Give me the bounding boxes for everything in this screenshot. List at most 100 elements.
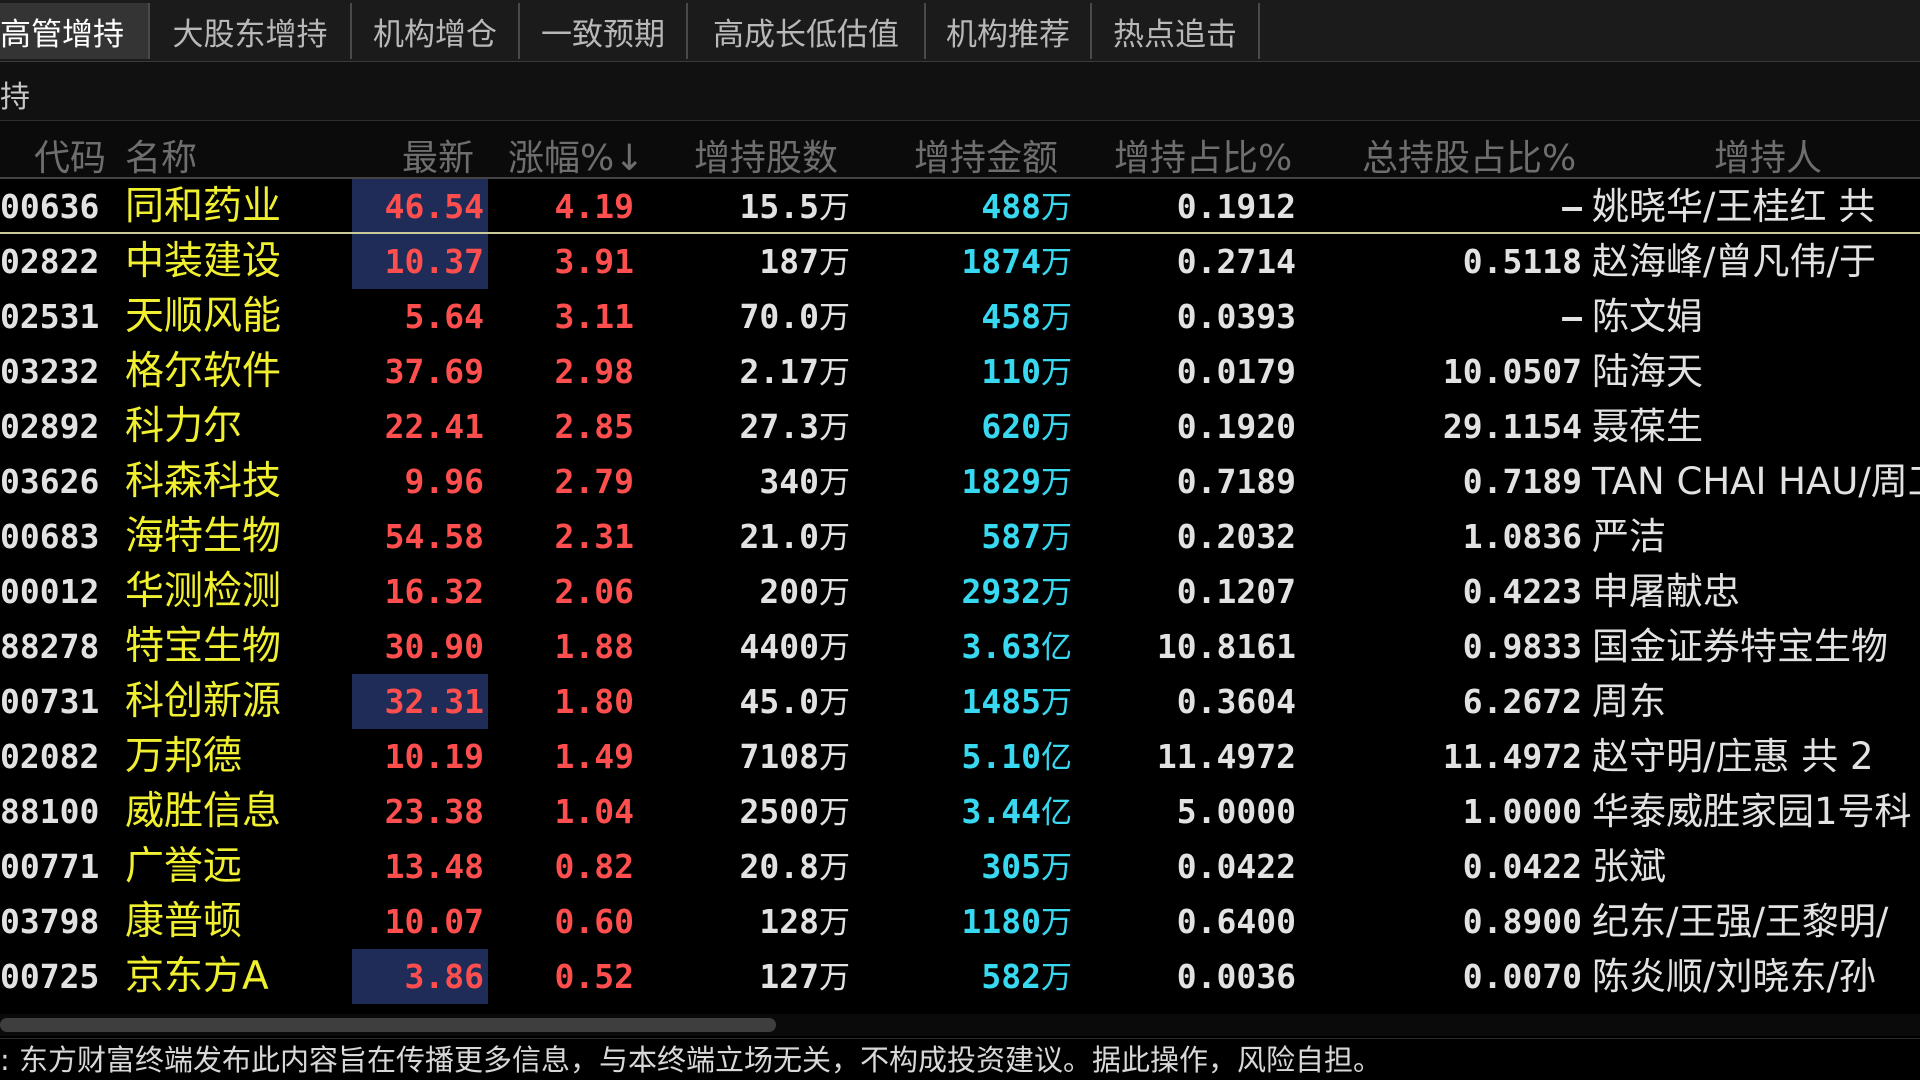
- shares-unit: 万: [819, 465, 850, 501]
- change-percent: 4.19: [554, 187, 634, 226]
- tab-institution-recommend[interactable]: 机构推荐: [926, 3, 1092, 59]
- tab-consensus-forecast[interactable]: 一致预期: [520, 3, 688, 59]
- table-row[interactable]: 02892 科力尔 22.41 2.85 27.3万 620万 0.1920 29.1154 聂…: [0, 399, 1920, 454]
- total-holding-ratio: 6.2672: [1462, 682, 1582, 721]
- change-percent: 2.31: [554, 517, 634, 556]
- stock-code: 02531: [0, 297, 100, 336]
- column-header-person[interactable]: 增持人: [1714, 129, 1822, 181]
- total-holding-ratio: —: [1562, 297, 1582, 336]
- tab-hot-topics[interactable]: 热点追击: [1092, 3, 1260, 59]
- increase-ratio: 11.4972: [1156, 737, 1296, 776]
- tab-institution-increase[interactable]: 机构增仓: [352, 3, 520, 59]
- increase-amount: 1485万: [890, 674, 1072, 729]
- shares-unit: 万: [819, 905, 850, 941]
- amount-value: 2932: [961, 572, 1041, 611]
- stock-name: 威胜信息: [125, 789, 282, 834]
- increase-person: 华泰威胜家园1号科: [1592, 790, 1912, 833]
- amount-unit: 万: [1041, 520, 1072, 556]
- table-row[interactable]: 00683 海特生物 54.58 2.31 21.0万 587万 0.2032 1.0836 严…: [0, 509, 1920, 564]
- increase-shares: 200万: [690, 564, 850, 619]
- increase-amount: 1180万: [890, 894, 1072, 949]
- shares-unit: 万: [819, 685, 850, 721]
- shares-unit: 万: [819, 245, 850, 281]
- increase-ratio: 0.1920: [1176, 407, 1296, 446]
- increase-person: 纪东/王强/王黎明/: [1592, 900, 1889, 943]
- latest-price: 16.32: [384, 572, 484, 611]
- table-row[interactable]: 02082 万邦德 10.19 1.49 7108万 5.10亿 11.4972 11.497…: [0, 729, 1920, 784]
- tab-high-growth-low-valuation[interactable]: 高成长低估值: [688, 3, 926, 59]
- table-row[interactable]: 03798 康普顿 10.07 0.60 128万 1180万 0.6400 0.8900 纪东…: [0, 894, 1920, 949]
- table-row[interactable]: 03626 科森科技 9.96 2.79 340万 1829万 0.7189 0.7189 TA…: [0, 454, 1920, 509]
- column-header-price[interactable]: 最新: [402, 129, 474, 181]
- latest-price: 10.19: [384, 737, 484, 776]
- amount-value: 458: [981, 297, 1041, 336]
- increase-ratio: 0.0036: [1176, 957, 1296, 996]
- increase-ratio: 0.0179: [1176, 352, 1296, 391]
- stock-name: 科创新源: [125, 679, 282, 724]
- latest-price: 9.96: [404, 462, 484, 501]
- horizontal-scrollbar[interactable]: [0, 1014, 1920, 1036]
- amount-value: 3.44: [961, 792, 1041, 831]
- column-header-code[interactable]: 代码: [34, 129, 106, 181]
- table-row[interactable]: 02822 中装建设 10.37 3.91 187万 1874万 0.2714 0.5118 赵…: [0, 234, 1920, 289]
- shares-value: 127: [759, 957, 819, 996]
- stock-table: 代码 名称 最新 涨幅%↓ 增持股数 增持金额 增持占比% 总持股占比% 增持人…: [0, 121, 1920, 1004]
- latest-price: 32.31: [352, 674, 488, 729]
- stock-name: 中装建设: [125, 239, 282, 284]
- table-row[interactable]: 00012 华测检测 16.32 2.06 200万 2932万 0.1207 0.4223 申…: [0, 564, 1920, 619]
- shares-unit: 万: [819, 520, 850, 556]
- amount-unit: 万: [1041, 355, 1072, 391]
- amount-unit: 万: [1041, 685, 1072, 721]
- tab-major-shareholder-increase[interactable]: 大股东增持: [150, 3, 352, 59]
- amount-unit: 亿: [1041, 795, 1072, 831]
- tab-executive-increase[interactable]: 高管增持: [0, 3, 150, 59]
- increase-person: 陈文娟: [1592, 295, 1703, 338]
- stock-name: 特宝生物: [125, 624, 282, 669]
- increase-shares: 2500万: [690, 784, 850, 839]
- change-percent: 1.49: [554, 737, 634, 776]
- table-row[interactable]: 88100 威胜信息 23.38 1.04 2500万 3.44亿 5.0000 1.0000…: [0, 784, 1920, 839]
- increase-ratio: 0.1207: [1176, 572, 1296, 611]
- table-row[interactable]: 88278 特宝生物 30.90 1.88 4400万 3.63亿 10.8161 0.983…: [0, 619, 1920, 674]
- table-body: 00636 同和药业 46.54 4.19 15.5万 488万 0.1912— 姚晓华/王桂…: [0, 179, 1920, 1004]
- total-holding-ratio: 0.4223: [1462, 572, 1582, 611]
- shares-value: 4400: [739, 627, 819, 666]
- amount-unit: 亿: [1041, 740, 1072, 776]
- amount-unit: 万: [1041, 960, 1072, 996]
- increase-person: 申屠献忠: [1592, 570, 1740, 613]
- stock-name: 天顺风能: [125, 294, 282, 339]
- increase-shares: 20.8万: [690, 839, 850, 894]
- amount-unit: 万: [1041, 245, 1072, 281]
- amount-unit: 万: [1041, 905, 1072, 941]
- total-holding-ratio: 10.0507: [1442, 352, 1582, 391]
- table-row[interactable]: 00725 京东方A 3.86 0.52 127万 582万 0.0036 0.0070 陈炎顺…: [0, 949, 1920, 1004]
- table-row[interactable]: 00731 科创新源 32.31 1.80 45.0万 1485万 0.3604 6.2672…: [0, 674, 1920, 729]
- increase-ratio: 0.0393: [1176, 297, 1296, 336]
- increase-amount: 1829万: [890, 454, 1072, 509]
- sub-header: 持: [0, 62, 1920, 121]
- shares-value: 27.3: [739, 407, 819, 446]
- table-row[interactable]: 00636 同和药业 46.54 4.19 15.5万 488万 0.1912— 姚晓华/王桂…: [0, 179, 1920, 234]
- increase-person: 姚晓华/王桂红 共: [1592, 185, 1876, 228]
- column-header-total[interactable]: 总持股占比%: [1362, 129, 1576, 181]
- column-header-ratio[interactable]: 增持占比%: [1114, 129, 1292, 181]
- amount-value: 3.63: [961, 627, 1041, 666]
- column-header-change-sorted[interactable]: 涨幅%↓: [508, 129, 644, 181]
- increase-amount: 305万: [890, 839, 1072, 894]
- table-row[interactable]: 03232 格尔软件 37.69 2.98 2.17万 110万 0.0179 10.0507…: [0, 344, 1920, 399]
- stock-name: 华测检测: [125, 569, 282, 614]
- column-header-name[interactable]: 名称: [125, 129, 197, 181]
- column-header-amount[interactable]: 增持金额: [914, 129, 1058, 181]
- table-row[interactable]: 02531 天顺风能 5.64 3.11 70.0万 458万 0.0393— 陈文娟: [0, 289, 1920, 344]
- increase-amount: 620万: [890, 399, 1072, 454]
- scrollbar-thumb[interactable]: [0, 1018, 776, 1032]
- latest-price: 10.37: [352, 234, 488, 289]
- total-holding-ratio: 0.0422: [1462, 847, 1582, 886]
- shares-unit: 万: [819, 740, 850, 776]
- increase-shares: 340万: [690, 454, 850, 509]
- column-header-shares[interactable]: 增持股数: [694, 129, 838, 181]
- table-row[interactable]: 00771 广誉远 13.48 0.82 20.8万 305万 0.0422 0.0422 张斌: [0, 839, 1920, 894]
- change-percent: 1.04: [554, 792, 634, 831]
- amount-unit: 万: [1041, 410, 1072, 446]
- amount-value: 488: [981, 187, 1041, 226]
